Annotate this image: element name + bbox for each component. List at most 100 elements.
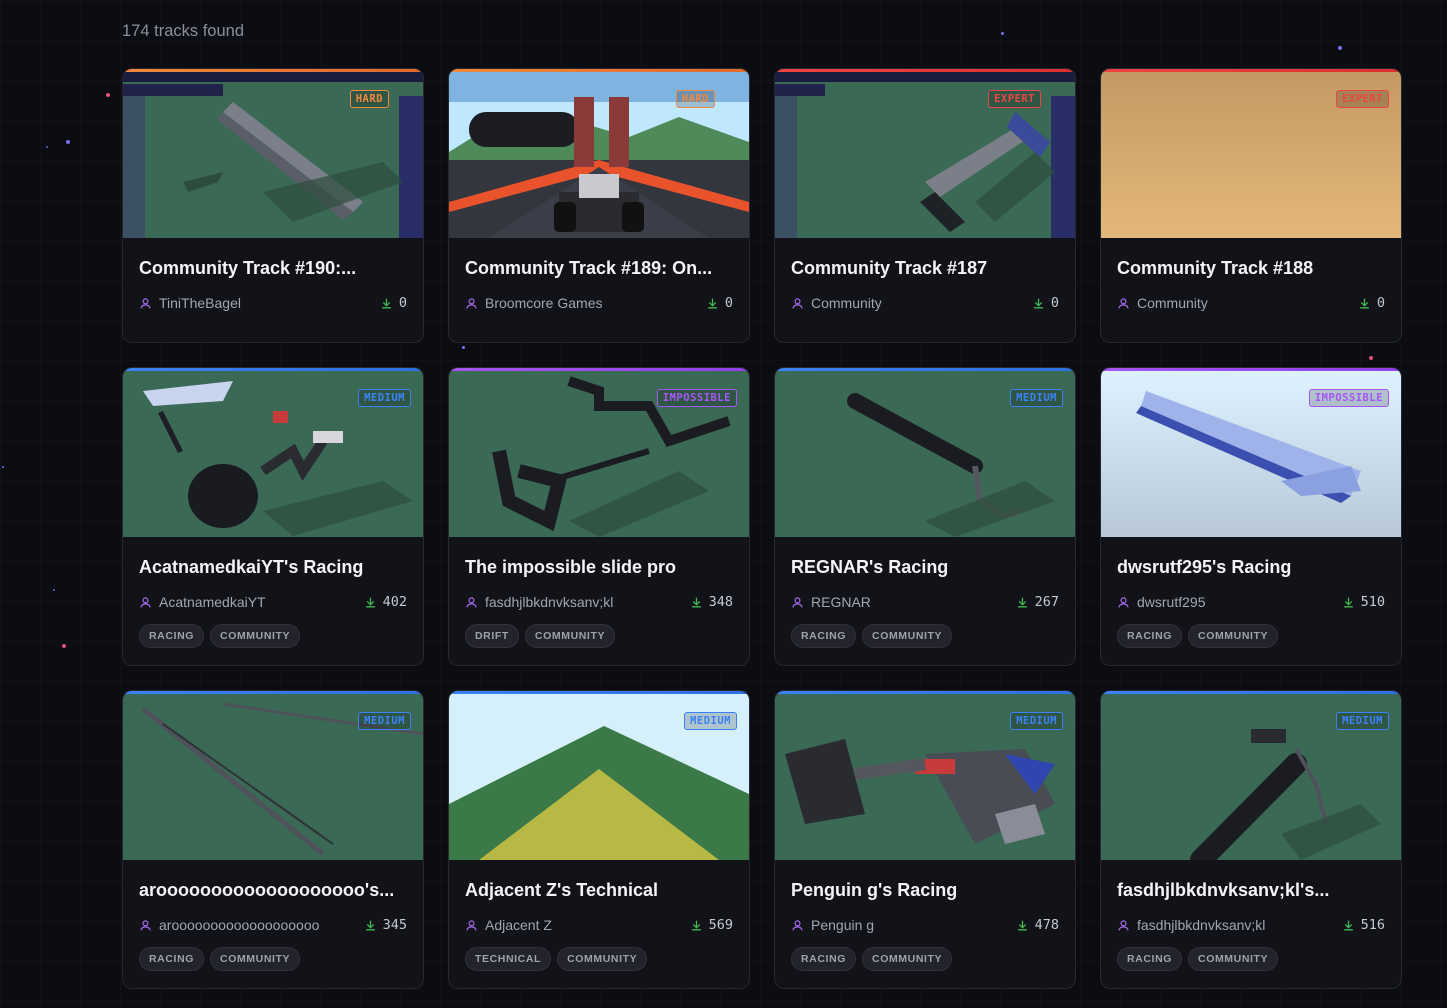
difficulty-badge: MEDIUM bbox=[684, 712, 737, 730]
download-count: 0 bbox=[1032, 295, 1059, 311]
tag-chip[interactable]: RACING bbox=[791, 947, 857, 971]
track-author: Penguin g bbox=[791, 917, 874, 933]
tag-chip[interactable]: COMMUNITY bbox=[524, 624, 616, 648]
track-author: Community bbox=[791, 295, 882, 311]
difficulty-badge: MEDIUM bbox=[358, 389, 411, 407]
track-card[interactable]: IMPOSSIBLE dwsrutf295's Racing dwsrutf29… bbox=[1100, 367, 1402, 666]
download-icon bbox=[1343, 597, 1353, 607]
track-title: dwsrutf295's Racing bbox=[1117, 557, 1292, 577]
tag-chip[interactable]: COMMUNITY bbox=[1188, 947, 1279, 971]
download-icon bbox=[1360, 298, 1369, 308]
download-count: 402 bbox=[364, 594, 407, 610]
track-card[interactable]: EXPERT Community Track #188 Community 0 bbox=[1100, 68, 1402, 343]
track-card[interactable]: MEDIUM fasdhjlbkdnvksanv;kl's... fasdhjl… bbox=[1100, 690, 1402, 989]
difficulty-badge: HARD bbox=[349, 90, 389, 108]
track-thumbnail: MEDIUM bbox=[775, 371, 1075, 537]
track-title: The impossible slide pro bbox=[465, 557, 677, 577]
track-author: TiniTheBagel bbox=[139, 295, 241, 311]
user-icon bbox=[466, 919, 477, 931]
track-author: Community bbox=[1117, 295, 1208, 311]
user-icon bbox=[1118, 596, 1129, 608]
track-card[interactable]: MEDIUM Penguin g's Racing Penguin g 478 … bbox=[774, 690, 1076, 989]
tag-chip[interactable]: COMMUNITY bbox=[862, 947, 953, 971]
tag-chip[interactable]: TECHNICAL bbox=[465, 947, 552, 971]
track-thumbnail: EXPERT bbox=[775, 72, 1075, 238]
track-grid: HARD Community Track #190:... TiniTheBag… bbox=[122, 68, 1402, 989]
tag-chip[interactable]: COMMUNITY bbox=[1188, 624, 1279, 648]
download-icon bbox=[1017, 597, 1027, 607]
difficulty-badge: HARD bbox=[675, 90, 715, 108]
track-title: AcatnamedkaiYT's Racing bbox=[139, 557, 364, 577]
star-decoration bbox=[1338, 46, 1342, 50]
results-count: 174 tracks found bbox=[122, 22, 244, 40]
star-decoration bbox=[1001, 32, 1004, 35]
track-author: Adjacent Z bbox=[465, 917, 552, 933]
author-name: Community bbox=[1137, 295, 1208, 311]
download-count: 345 bbox=[364, 917, 407, 933]
track-title: arooooooooooooooooooo's... bbox=[139, 880, 395, 900]
track-thumbnail: IMPOSSIBLE bbox=[449, 371, 749, 537]
tag-chip[interactable]: RACING bbox=[139, 624, 205, 648]
user-icon bbox=[466, 297, 477, 309]
author-name: fasdhjlbkdnvksanv;kl bbox=[1137, 917, 1266, 933]
download-icon bbox=[1343, 920, 1353, 930]
track-thumbnail: MEDIUM bbox=[1101, 694, 1401, 860]
user-icon bbox=[140, 297, 151, 309]
tag-chip[interactable]: COMMUNITY bbox=[210, 947, 301, 971]
track-title: Penguin g's Racing bbox=[791, 880, 958, 900]
author-name: REGNAR bbox=[811, 594, 871, 610]
tag-list: TECHNICAL COMMUNITY bbox=[465, 947, 733, 971]
tag-list: RACING COMMUNITY bbox=[791, 947, 1059, 971]
difficulty-badge: MEDIUM bbox=[1336, 712, 1389, 730]
track-card[interactable]: IMPOSSIBLE The impossible slide pro fasd… bbox=[448, 367, 750, 666]
tag-list: RACING COMMUNITY bbox=[1117, 624, 1385, 648]
download-count: 510 bbox=[1342, 594, 1385, 610]
user-icon bbox=[792, 919, 803, 931]
author-name: Penguin g bbox=[811, 917, 875, 933]
author-name: AcatnamedkaiYT bbox=[159, 594, 266, 610]
star-decoration bbox=[106, 93, 110, 97]
track-author: AcatnamedkaiYT bbox=[139, 594, 266, 610]
track-author: fasdhjlbkdnvksanv;kl bbox=[1117, 917, 1265, 933]
track-author: arooooooooooooooooooo bbox=[139, 917, 319, 933]
tag-chip[interactable]: RACING bbox=[791, 624, 857, 648]
tag-list: RACING COMMUNITY bbox=[139, 947, 407, 971]
download-icon bbox=[365, 597, 375, 607]
difficulty-badge: MEDIUM bbox=[1010, 712, 1063, 730]
star-decoration bbox=[62, 644, 66, 648]
track-card[interactable]: HARD Community Track #189: On... Broomco… bbox=[448, 68, 750, 343]
download-icon bbox=[708, 298, 717, 308]
track-author: Broomcore Games bbox=[465, 295, 602, 311]
user-icon bbox=[140, 596, 151, 608]
download-count: 348 bbox=[690, 594, 733, 610]
track-thumbnail: MEDIUM bbox=[123, 371, 423, 537]
track-card[interactable]: EXPERT Community Track #187 Community 0 bbox=[774, 68, 1076, 343]
track-title: Community Track #189: On... bbox=[465, 258, 713, 278]
track-title: fasdhjlbkdnvksanv;kl's... bbox=[1117, 880, 1330, 900]
author-name: TiniTheBagel bbox=[159, 295, 241, 311]
tag-chip[interactable]: DRIFT bbox=[465, 624, 519, 648]
download-count: 0 bbox=[1358, 295, 1385, 311]
track-card[interactable]: HARD Community Track #190:... TiniTheBag… bbox=[122, 68, 424, 343]
difficulty-badge: IMPOSSIBLE bbox=[1308, 389, 1389, 407]
user-icon bbox=[1118, 919, 1129, 931]
download-icon bbox=[382, 298, 391, 308]
tag-chip[interactable]: COMMUNITY bbox=[862, 624, 953, 648]
tag-chip[interactable]: COMMUNITY bbox=[557, 947, 648, 971]
track-thumbnail: HARD bbox=[123, 72, 423, 238]
track-card[interactable]: MEDIUM AcatnamedkaiYT's Racing Acatnamed… bbox=[122, 367, 424, 666]
tag-chip[interactable]: RACING bbox=[1117, 624, 1183, 648]
tag-chip[interactable]: RACING bbox=[1117, 947, 1183, 971]
user-icon bbox=[792, 297, 803, 309]
track-thumbnail: MEDIUM bbox=[449, 694, 749, 860]
user-icon bbox=[466, 596, 477, 608]
track-card[interactable]: MEDIUM Adjacent Z's Technical Adjacent Z… bbox=[448, 690, 750, 989]
download-count: 267 bbox=[1016, 594, 1059, 610]
track-card[interactable]: MEDIUM arooooooooooooooooooo's... aroooo… bbox=[122, 690, 424, 989]
track-card[interactable]: MEDIUM REGNAR's Racing REGNAR 267 RACING… bbox=[774, 367, 1076, 666]
difficulty-badge: EXPERT bbox=[1336, 90, 1389, 108]
tag-chip[interactable]: COMMUNITY bbox=[210, 624, 301, 648]
tag-chip[interactable]: RACING bbox=[139, 947, 205, 971]
track-thumbnail: MEDIUM bbox=[123, 694, 423, 860]
star-decoration bbox=[2, 466, 4, 468]
